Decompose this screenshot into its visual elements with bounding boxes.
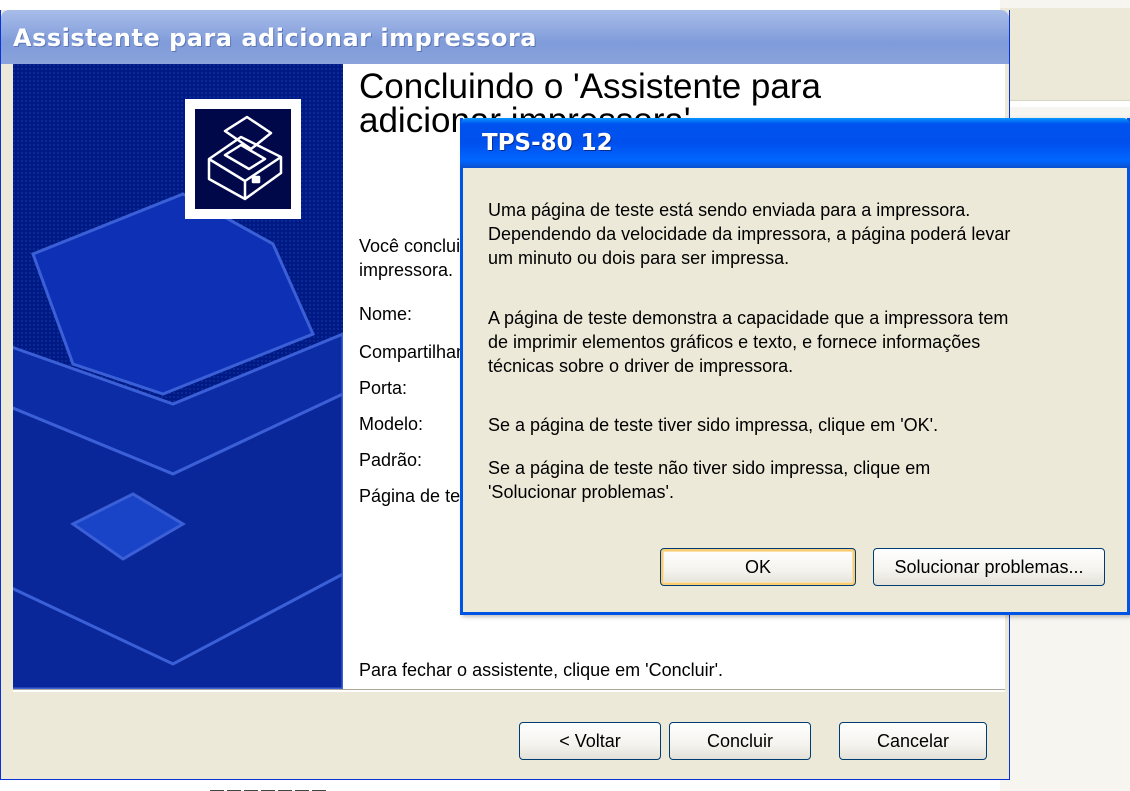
finish-button[interactable]: Concluir [669,722,811,760]
ok-button[interactable]: OK [660,548,856,586]
dialog-title: TPS-80 12 [482,130,613,156]
wizard-title: Assistente para adicionar impressora [13,24,537,52]
background-toolbar [1000,8,1130,101]
wizard-intro-line2: impressora. [359,260,454,280]
field-label-port: Porta: [359,378,408,398]
field-label-name: Nome: [359,304,413,324]
back-button[interactable]: < Voltar [519,722,661,760]
printer-icon [195,109,291,209]
dialog-paragraph-troubleshoot-hint: Se a página de teste não tiver sido impr… [488,458,931,502]
wizard-heading-line1: Concluindo o 'Assistente para [359,67,821,106]
printer-icon-frame [185,99,301,219]
wizard-side-banner [13,64,343,689]
field-label-model: Modelo: [359,414,424,434]
dialog-title-bar[interactable]: TPS-80 12 [460,118,1130,168]
field-label-default: Padrão: [359,450,423,470]
wizard-close-hint: Para fechar o assistente, clique em 'Con… [359,660,724,680]
troubleshoot-button[interactable]: Solucionar problemas... [873,548,1105,586]
dialog-paragraph-capabilities: A página de teste demonstra a capacidade… [488,308,1009,376]
dialog-paragraph-sending: Uma página de teste está sendo enviada p… [488,200,1011,268]
wizard-title-bar[interactable]: Assistente para adicionar impressora [1,10,1009,64]
dialog-paragraph-ok-hint: Se a página de teste tiver sido impressa… [488,415,939,435]
test-page-dialog: TPS-80 12 Uma página de teste está sendo… [460,118,1130,615]
wizard-footer-divider [13,689,1005,692]
cancel-button[interactable]: Cancelar [839,722,987,760]
background-text-fragment [210,780,450,791]
